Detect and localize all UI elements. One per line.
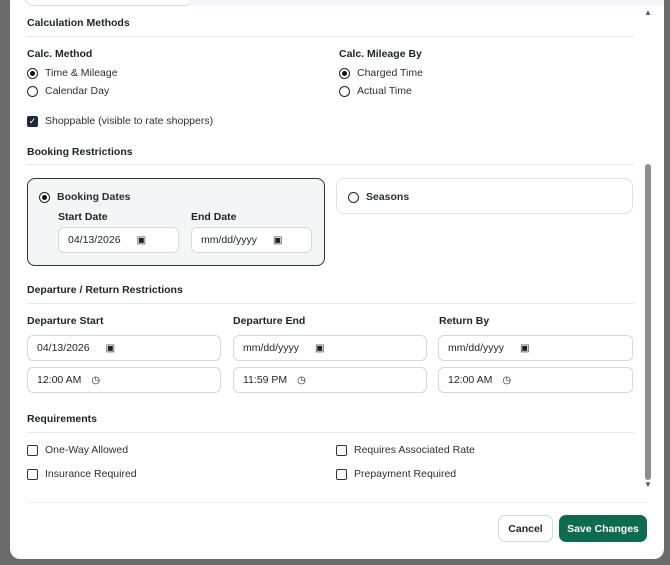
checkbox-label: Insurance Required (45, 468, 137, 480)
field-value: mm/dd/yyyy (201, 234, 258, 246)
scroll-up-arrow-icon[interactable]: ▲ (644, 8, 652, 17)
dialog-body: Calculation Methods Calc. Method Time & … (10, 0, 664, 496)
calc-section-title: Calculation Methods (27, 17, 130, 29)
divider (27, 164, 634, 165)
start-date-input[interactable]: 04/13/2026 ▣ (58, 227, 179, 253)
save-changes-button[interactable]: Save Changes (559, 515, 647, 542)
radio-time-mileage[interactable]: Time & Mileage (27, 67, 118, 79)
checkmark-icon: ✓ (27, 115, 38, 127)
departure-start-label: Departure Start (27, 315, 104, 327)
field-value: 11:59 PM (243, 374, 288, 386)
divider (27, 36, 634, 37)
radio-selected-icon (339, 67, 350, 79)
one-way-checkbox[interactable]: One-Way Allowed (27, 444, 128, 456)
clock-icon[interactable]: ◷ (91, 375, 100, 386)
return-by-date-input[interactable]: mm/dd/yyyy ▣ (438, 335, 633, 361)
radio-unselected-icon (348, 191, 359, 203)
edit-rate-dialog: Calculation Methods Calc. Method Time & … (10, 0, 664, 559)
field-value: 04/13/2026 (68, 234, 121, 246)
divider (27, 303, 634, 304)
clock-icon[interactable]: ◷ (502, 375, 511, 386)
booking-section-title: Booking Restrictions (27, 146, 133, 158)
clock-icon[interactable]: ◷ (297, 375, 306, 386)
seasons-card[interactable]: Seasons (336, 178, 633, 214)
calendar-icon[interactable]: ▣ (106, 343, 115, 354)
radio-unselected-icon (339, 85, 350, 97)
field-value: 12:00 AM (37, 374, 82, 386)
departure-end-time-input[interactable]: 11:59 PM ◷ (233, 367, 427, 393)
end-date-label: End Date (191, 211, 237, 223)
assoc-rate-checkbox[interactable]: Requires Associated Rate (336, 444, 475, 456)
checkbox-icon (27, 444, 38, 456)
radio-label: Time & Mileage (45, 67, 118, 79)
field-value: mm/dd/yyyy (448, 342, 505, 354)
booking-dates-card[interactable]: Booking Dates Start Date End Date 04/13/… (27, 178, 325, 266)
radio-label: Actual Time (357, 85, 412, 97)
calendar-icon[interactable]: ▣ (273, 235, 282, 246)
checkbox-label: Shoppable (visible to rate shoppers) (45, 115, 214, 127)
radio-calendar-day[interactable]: Calendar Day (27, 85, 109, 97)
calc-mileage-label: Calc. Mileage By (339, 48, 422, 60)
radio-label: Charged Time (357, 67, 423, 79)
field-value: 12:00 AM (448, 374, 493, 386)
departure-start-time-input[interactable]: 12:00 AM ◷ (27, 367, 221, 393)
return-by-label: Return By (439, 315, 490, 327)
departure-end-label: Departure End (233, 315, 306, 327)
start-date-label: Start Date (58, 211, 108, 223)
radio-selected-icon (27, 67, 38, 79)
cancel-button[interactable]: Cancel (498, 515, 553, 542)
scrollbar-thumb[interactable] (645, 164, 651, 480)
vertical-scrollbar[interactable]: ▲ ▼ (642, 6, 654, 490)
scroll-down-arrow-icon[interactable]: ▼ (644, 480, 652, 489)
departure-end-date-input[interactable]: mm/dd/yyyy ▣ (233, 335, 427, 361)
radio-selected-icon (39, 191, 50, 203)
radio-label: Seasons (366, 191, 410, 203)
departure-section-title: Departure / Return Restrictions (27, 284, 183, 296)
prepayment-checkbox[interactable]: Prepayment Required (336, 468, 456, 480)
field-value: 04/13/2026 (37, 342, 90, 354)
checkbox-label: Prepayment Required (354, 468, 457, 480)
checkbox-icon (336, 468, 347, 480)
insurance-checkbox[interactable]: Insurance Required (27, 468, 137, 480)
radio-actual-time[interactable]: Actual Time (339, 85, 412, 97)
requirements-section-title: Requirements (27, 413, 98, 425)
checkbox-label: One-Way Allowed (45, 444, 129, 456)
return-by-time-input[interactable]: 12:00 AM ◷ (438, 367, 633, 393)
radio-booking-dates[interactable]: Booking Dates (39, 191, 131, 203)
radio-charged-time[interactable]: Charged Time (339, 67, 423, 79)
calc-method-label: Calc. Method (27, 48, 93, 60)
field-value: mm/dd/yyyy (243, 342, 300, 354)
checkbox-icon (27, 468, 38, 480)
calendar-icon[interactable]: ▣ (137, 235, 146, 246)
checkbox-label: Requires Associated Rate (354, 444, 475, 456)
radio-label: Calendar Day (45, 85, 110, 97)
radio-seasons[interactable]: Seasons (348, 191, 409, 203)
divider (27, 432, 634, 433)
radio-label: Booking Dates (57, 191, 131, 203)
end-date-input[interactable]: mm/dd/yyyy ▣ (191, 227, 312, 253)
departure-start-date-input[interactable]: 04/13/2026 ▣ (27, 335, 221, 361)
checkbox-icon (336, 444, 347, 456)
calendar-icon[interactable]: ▣ (315, 343, 324, 354)
footer-divider (27, 502, 647, 503)
shoppable-checkbox[interactable]: ✓ Shoppable (visible to rate shoppers) (27, 115, 213, 127)
radio-unselected-icon (27, 85, 38, 97)
calendar-icon[interactable]: ▣ (520, 343, 529, 354)
